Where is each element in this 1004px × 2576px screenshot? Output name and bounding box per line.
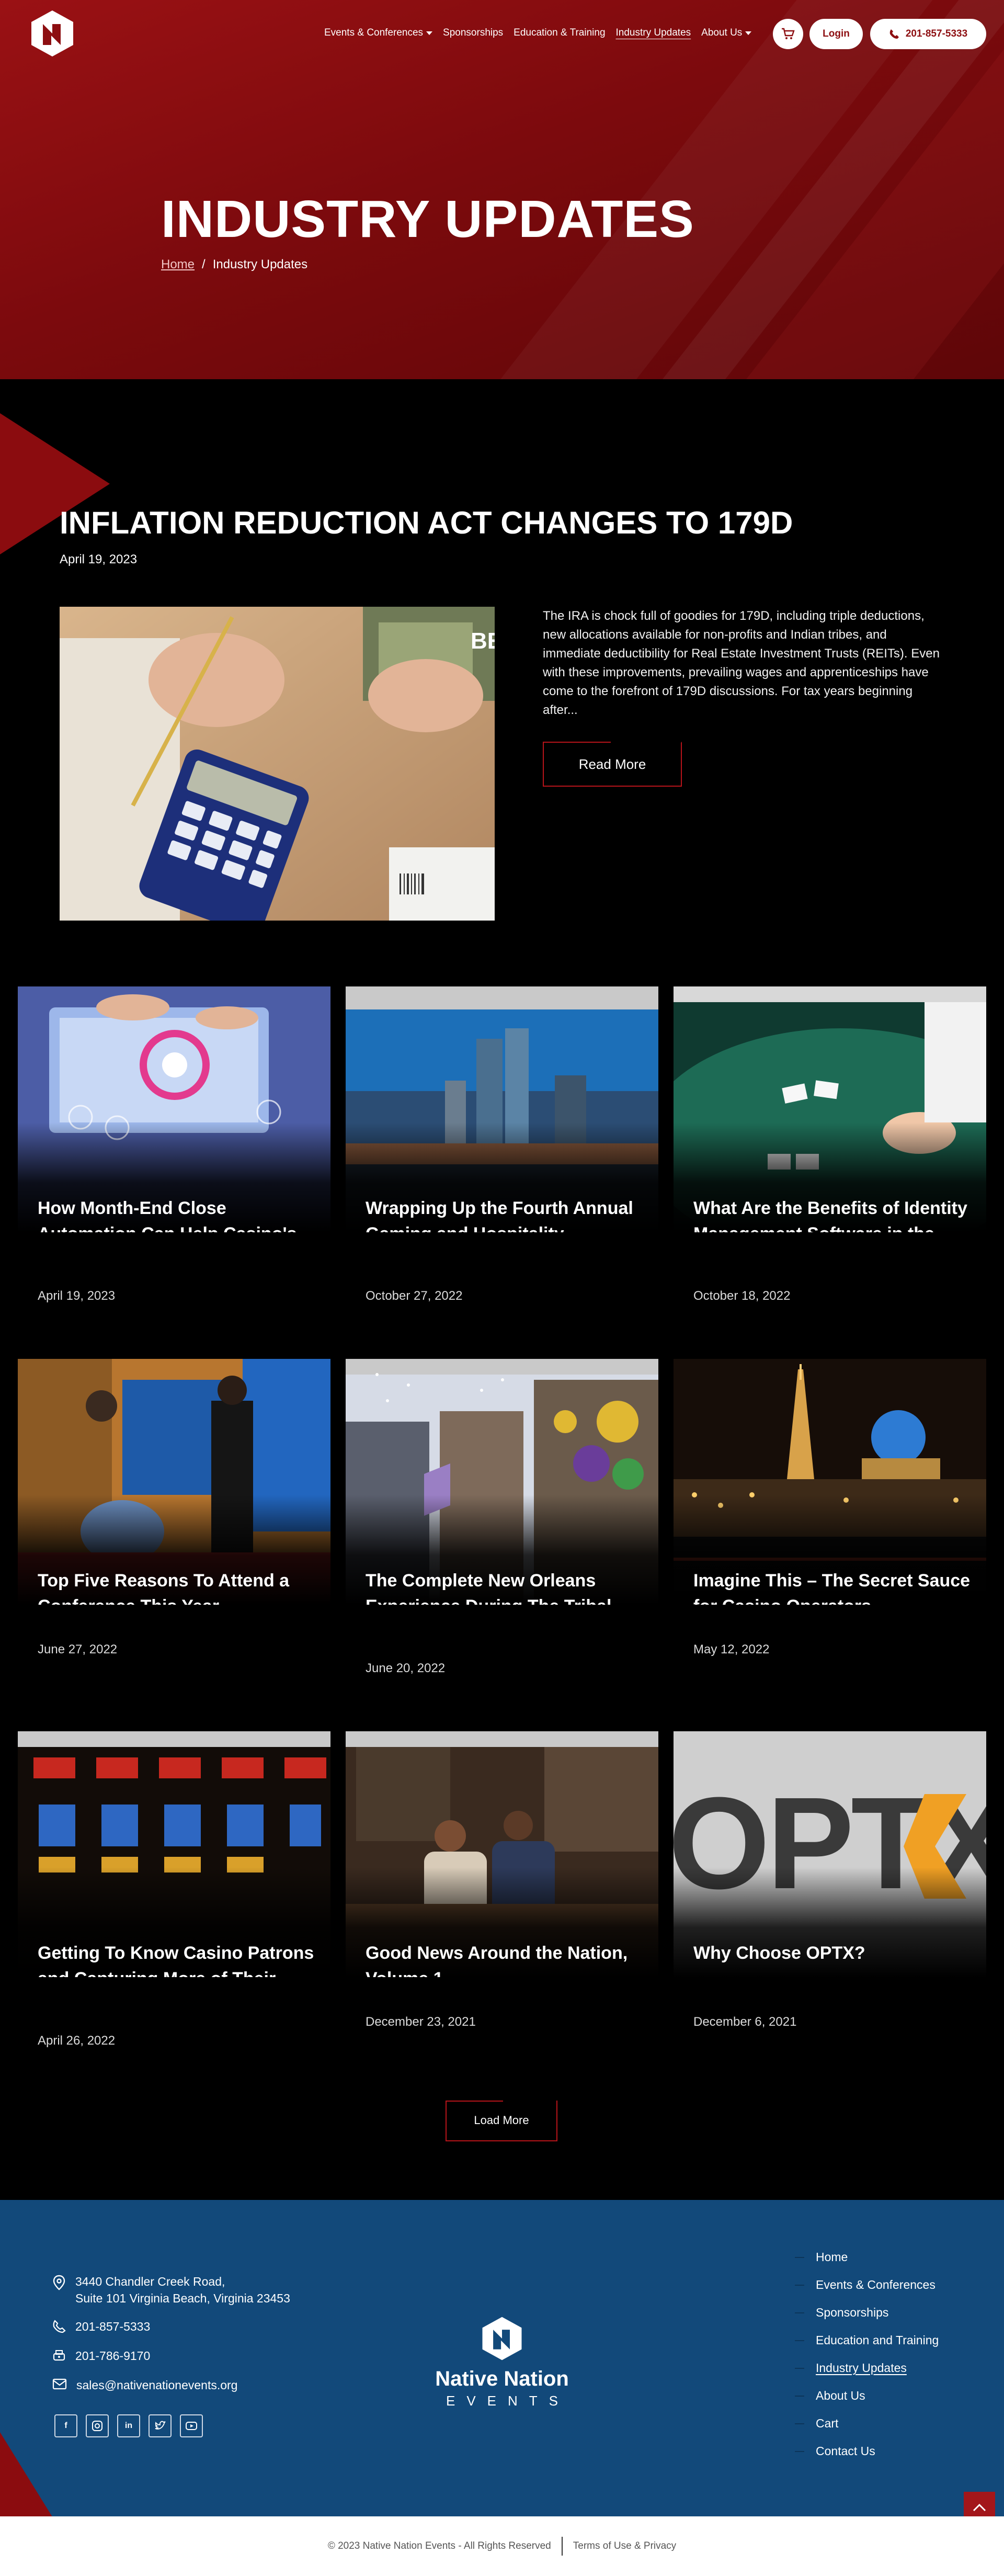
mail-icon <box>52 2378 67 2390</box>
post-card[interactable]: Getting To Know Casino Patrons and Captu… <box>18 1731 330 1977</box>
nav-sponsorships[interactable]: Sponsorships <box>443 27 503 39</box>
post-date: April 19, 2023 <box>38 1289 116 1303</box>
terms-link[interactable]: Terms of Use & Privacy <box>573 2540 676 2552</box>
cart-button[interactable] <box>773 19 803 49</box>
footer-phone-1[interactable]: 201-857-5333 <box>52 2318 150 2335</box>
breadcrumb-separator: / <box>202 257 206 271</box>
phone-icon <box>53 2320 66 2333</box>
chevron-down-icon <box>426 31 433 35</box>
read-more-button[interactable]: Read More <box>543 742 682 787</box>
post-title[interactable]: Why Choose OPTX? <box>693 1940 971 1966</box>
post-card[interactable]: Imagine This – The Secret Sauce for Casi… <box>674 1359 986 1605</box>
instagram-icon[interactable] <box>86 2414 109 2437</box>
footer-address: 3440 Chandler Creek Road, Suite 101 Virgi… <box>52 2273 290 2307</box>
post-title[interactable]: Good News Around the Nation, Volume 1 <box>366 1940 643 1977</box>
post-card[interactable]: OPTX Why Choose OPTX? <box>674 1731 986 1977</box>
logo-icon <box>482 2317 522 2361</box>
cart-icon <box>782 28 795 39</box>
featured-title[interactable]: INFLATION REDUCTION ACT CHANGES TO 179D <box>60 505 793 541</box>
featured-date: April 19, 2023 <box>60 552 138 566</box>
post-card[interactable]: Good News Around the Nation, Volume 1 <box>346 1731 658 1977</box>
post-card[interactable]: Top Five Reasons To Attend a Conference … <box>18 1359 330 1605</box>
featured-image[interactable]: BE <box>60 607 495 921</box>
copyright-text: © 2023 Native Nation Events - All Rights… <box>327 2540 551 2551</box>
hero-banner: Events & Conferences Sponsorships Educat… <box>0 0 1004 379</box>
fax-icon <box>53 2350 65 2361</box>
post-card[interactable]: Wrapping Up the Fourth Annual Gaming and… <box>346 986 658 1232</box>
footer-link-home[interactable]: Home <box>795 2250 939 2278</box>
nav-about-us[interactable]: About Us <box>701 27 752 39</box>
footer-email[interactable]: sales@nativenationevents.org <box>52 2377 237 2393</box>
post-date: October 18, 2022 <box>693 1289 791 1303</box>
login-button[interactable]: Login <box>809 19 863 49</box>
site-logo[interactable] <box>27 8 77 59</box>
chevron-up-icon <box>973 2503 986 2512</box>
post-card[interactable]: The Complete New Orleans Experience Duri… <box>346 1359 658 1605</box>
nav-events-conferences[interactable]: Events & Conferences <box>324 27 433 39</box>
twitter-icon[interactable] <box>149 2414 172 2437</box>
post-title[interactable]: Getting To Know Casino Patrons and Captu… <box>38 1940 315 1977</box>
post-date: May 12, 2022 <box>693 1642 770 1656</box>
load-more-button[interactable]: Load More <box>446 2101 557 2141</box>
page-title: INDUSTRY UPDATES <box>161 190 694 248</box>
post-title[interactable]: Imagine This – The Secret Sauce for Casi… <box>693 1568 971 1605</box>
post-card[interactable]: How Month-End Close Automation Can Help … <box>18 986 330 1232</box>
footer-link-cart[interactable]: Cart <box>795 2416 939 2444</box>
nav-education-training[interactable]: Education & Training <box>514 27 605 39</box>
featured-excerpt: The IRA is chock full of goodies for 179… <box>543 609 940 717</box>
linkedin-icon[interactable]: in <box>117 2414 140 2437</box>
footer-link-education-training[interactable]: Education and Training <box>795 2333 939 2361</box>
footer-phone-2[interactable]: 201-786-9170 <box>52 2347 150 2364</box>
post-date: December 6, 2021 <box>693 2015 797 2029</box>
post-date: April 26, 2022 <box>38 2034 116 2048</box>
breadcrumb: Home / Industry Updates <box>161 257 307 272</box>
post-date: October 27, 2022 <box>366 1289 463 1303</box>
footer-link-sponsorships[interactable]: Sponsorships <box>795 2306 939 2333</box>
main-nav: Events & Conferences Sponsorships Educat… <box>324 25 762 41</box>
post-date: June 27, 2022 <box>38 1642 118 1656</box>
breadcrumb-current: Industry Updates <box>212 257 308 271</box>
footer-logo[interactable]: Native Nation EVENTS <box>429 2315 575 2409</box>
post-title[interactable]: How Month-End Close Automation Can Help … <box>38 1196 315 1232</box>
post-title[interactable]: What Are the Benefits of Identity Manage… <box>693 1196 971 1232</box>
footer-nav: Home Events & Conferences Sponsorships E… <box>795 2250 939 2472</box>
footer-link-contact-us[interactable]: Contact Us <box>795 2444 939 2472</box>
footer-link-about-us[interactable]: About Us <box>795 2389 939 2416</box>
nav-industry-updates[interactable]: Industry Updates <box>616 27 691 39</box>
post-title[interactable]: The Complete New Orleans Experience Duri… <box>366 1568 643 1605</box>
copyright-bar: © 2023 Native Nation Events - All Rights… <box>0 2516 1004 2576</box>
phone-icon <box>889 29 899 39</box>
post-title[interactable]: Top Five Reasons To Attend a Conference … <box>38 1568 315 1605</box>
phone-button[interactable]: 201-857-5333 <box>870 19 986 49</box>
facebook-icon[interactable]: f <box>54 2414 77 2437</box>
chevron-down-icon <box>745 31 752 35</box>
svg-text:BE: BE <box>471 628 495 654</box>
post-date: December 23, 2021 <box>366 2015 476 2029</box>
footer-link-events-conferences[interactable]: Events & Conferences <box>795 2278 939 2306</box>
post-date: June 20, 2022 <box>366 1661 446 1675</box>
footer-link-industry-updates[interactable]: Industry Updates <box>795 2361 939 2389</box>
location-pin-icon <box>53 2275 65 2290</box>
post-card[interactable]: What Are the Benefits of Identity Manage… <box>674 986 986 1232</box>
youtube-icon[interactable] <box>180 2414 203 2437</box>
post-title[interactable]: Wrapping Up the Fourth Annual Gaming and… <box>366 1196 643 1232</box>
breadcrumb-home-link[interactable]: Home <box>161 257 195 272</box>
social-links: f in <box>54 2414 203 2437</box>
